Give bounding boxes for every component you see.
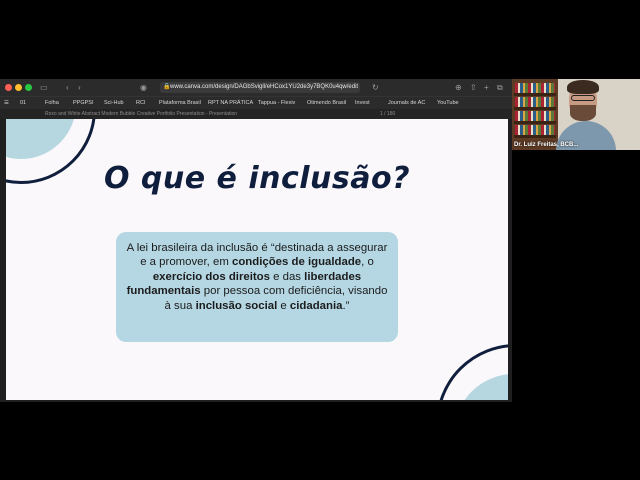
decorative-ring bbox=[436, 344, 508, 400]
bookmark-item[interactable]: Tappua - Flexiv bbox=[258, 99, 295, 107]
quote-emphasis: exercício dos direitos bbox=[152, 270, 270, 283]
browser-window: ▭ ‹ › ◉ 🔒 www.canva.com/design/DAGbSvigl… bbox=[0, 79, 512, 402]
address-bar[interactable]: 🔒 www.canva.com/design/DAGbSvigll/eHCox1… bbox=[160, 82, 360, 93]
tab-counter: 1 / 180 bbox=[380, 111, 396, 117]
new-tab-icon[interactable]: + bbox=[484, 83, 489, 92]
shield-icon[interactable]: ◉ bbox=[140, 83, 147, 92]
quote-box: A lei brasileira da inclusão é “destinad… bbox=[116, 232, 398, 342]
quote-fragment: .” bbox=[342, 299, 350, 312]
bookmark-item[interactable]: Plataforma Brasil bbox=[159, 99, 201, 107]
tab-title[interactable]: Roxo and White Abstract Modern Bubble Cr… bbox=[45, 110, 237, 118]
download-icon[interactable]: ⊕ bbox=[455, 83, 462, 92]
maximize-window-button[interactable] bbox=[25, 84, 32, 91]
bookmark-item[interactable]: Journals de AC bbox=[388, 99, 425, 107]
tab-overview-icon[interactable]: ⧉ bbox=[497, 83, 503, 92]
bookshelf bbox=[512, 79, 558, 150]
bookmark-item[interactable]: PPGPSI bbox=[73, 99, 93, 107]
participant-name: Dr. Luiz Freitas, BCB... bbox=[514, 142, 579, 148]
participant-beard bbox=[570, 105, 596, 121]
browser-titlebar: ▭ ‹ › ◉ 🔒 www.canva.com/design/DAGbSvigl… bbox=[0, 79, 512, 96]
share-icon[interactable]: ⇧ bbox=[470, 83, 477, 92]
quote-emphasis: cidadania bbox=[289, 299, 343, 312]
quote-fragment: e bbox=[277, 299, 290, 312]
quote-emphasis: inclusão social bbox=[195, 299, 278, 312]
bookmark-item[interactable]: 01 bbox=[20, 99, 26, 107]
bookmark-item[interactable]: Invest bbox=[355, 99, 370, 107]
close-window-button[interactable] bbox=[5, 84, 12, 91]
video-tile[interactable]: Dr. Luiz Freitas, BCB... bbox=[512, 79, 640, 150]
forward-arrow-icon[interactable]: › bbox=[78, 83, 81, 92]
bookmark-item[interactable]: RPT NA PRÁTICA bbox=[208, 99, 253, 107]
quote-text: A lei brasileira da inclusão é “destinad… bbox=[126, 241, 388, 313]
slide-title: O que é inclusão? bbox=[103, 161, 411, 196]
bookmark-item[interactable]: Sci-Hub bbox=[104, 99, 124, 107]
reload-icon[interactable]: ↻ bbox=[372, 83, 379, 92]
participant-glasses bbox=[571, 95, 595, 101]
bookmarks-sidebar-icon[interactable]: ☰ bbox=[4, 99, 9, 107]
bookmark-item[interactable]: RCI bbox=[136, 99, 145, 107]
back-arrow-icon[interactable]: ‹ bbox=[66, 83, 69, 92]
presentation-slide: O que é inclusão? A lei brasileira da in… bbox=[6, 119, 508, 400]
bookmark-item[interactable]: Otimendo Brasil bbox=[307, 99, 346, 107]
url-text: www.canva.com/design/DAGbSvigll/eHCox1YU… bbox=[170, 84, 359, 90]
quote-emphasis: condições de igualdade bbox=[232, 256, 362, 269]
quote-fragment: e das bbox=[269, 270, 305, 283]
quote-fragment: , o bbox=[361, 256, 374, 269]
bookmark-item[interactable]: Folha bbox=[45, 99, 59, 107]
tab-bar: Roxo and White Abstract Modern Bubble Cr… bbox=[0, 109, 512, 119]
minimize-window-button[interactable] bbox=[15, 84, 22, 91]
participant-hair bbox=[567, 80, 599, 94]
bookmark-item[interactable]: YouTube bbox=[437, 99, 459, 107]
sidebar-toggle-icon[interactable]: ▭ bbox=[40, 83, 48, 92]
bookmarks-bar: ☰ 01 Folha PPGPSI Sci-Hub RCI Plataforma… bbox=[0, 96, 512, 109]
